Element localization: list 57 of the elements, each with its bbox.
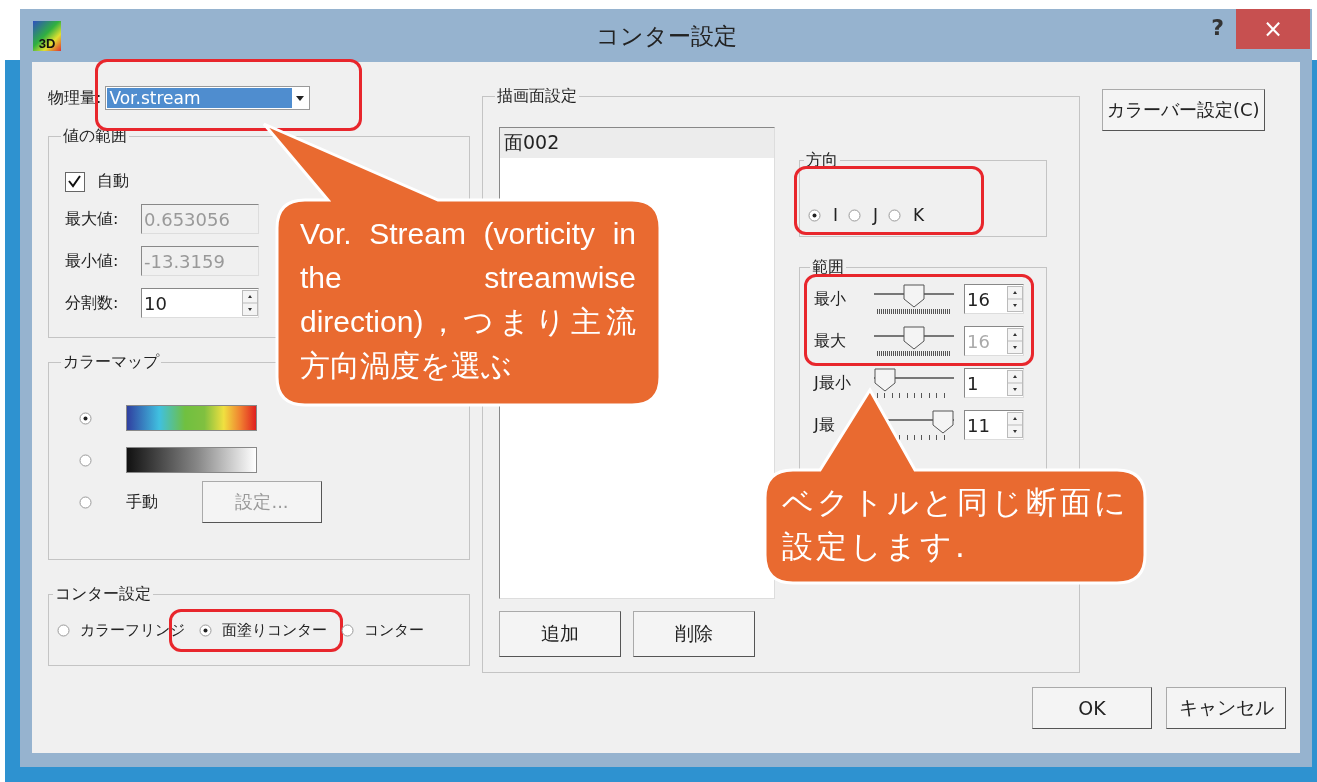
radio-button[interactable] (848, 208, 861, 222)
dropdown-arrow-icon (296, 95, 305, 101)
spin-field[interactable]: 1 (964, 368, 1024, 398)
slider-track[interactable] (874, 326, 954, 356)
checkbox-label: 自動 (97, 171, 129, 192)
dialog-button[interactable]: キャンセル (1166, 687, 1286, 729)
radio-button[interactable] (79, 453, 92, 467)
action-button[interactable]: 削除 (633, 611, 755, 657)
window-title: コンター設定 (595, 23, 737, 49)
radio-button[interactable] (888, 208, 902, 222)
spin-arrows-icon[interactable] (242, 290, 258, 316)
radio-label: K (913, 205, 925, 225)
app-icon: 3D (33, 20, 61, 51)
checkbox[interactable] (65, 171, 85, 192)
spin-arrows-icon[interactable] (1007, 286, 1023, 312)
field-label: 最大値: (65, 208, 120, 230)
spin-field[interactable]: 11 (964, 410, 1024, 440)
radio-button[interactable] (199, 624, 212, 637)
help-button[interactable]: ? (1211, 15, 1224, 40)
field-label: 分割数: (65, 292, 120, 314)
spin-arrows-icon[interactable] (1007, 412, 1023, 438)
close-button[interactable]: × (1236, 9, 1310, 49)
group-title: カラーマップ (62, 352, 161, 373)
slider-track[interactable] (874, 368, 954, 398)
radio-button[interactable] (79, 411, 92, 425)
radio-label: I (833, 205, 838, 225)
radio-button[interactable] (808, 208, 821, 222)
radio-label: カラーフリンジ (80, 621, 185, 640)
slider-label: J最 (814, 414, 836, 436)
dialog-button[interactable]: OK (1032, 687, 1152, 729)
field-label: 物理量: (48, 87, 102, 109)
slider-thumb[interactable] (903, 284, 925, 308)
slider-track[interactable] (874, 284, 954, 314)
action-button[interactable]: 追加 (499, 611, 621, 657)
slider-thumb[interactable] (874, 368, 896, 392)
colorbar-settings-button[interactable]: カラーバー設定(C) (1102, 89, 1265, 131)
radio-button[interactable] (341, 624, 354, 637)
group-title: 描画面設定 (496, 86, 578, 107)
radio-button[interactable] (79, 495, 92, 509)
spin-field[interactable]: 16 (964, 284, 1024, 314)
radio-label: J (873, 205, 879, 225)
input-field[interactable]: 10 (141, 288, 259, 318)
radio-button[interactable] (57, 624, 70, 637)
slider-label: J最小 (814, 372, 852, 394)
field-label: 最小値: (65, 250, 120, 272)
callout-text: Vor. Stream (vorticity in the streamwise direction)，つまり主流方向渦度を選ぶ (300, 216, 636, 384)
spin-arrows-icon[interactable] (1007, 370, 1023, 396)
slider-thumb[interactable] (932, 410, 954, 434)
group-title: コンター設定 (54, 584, 152, 605)
radio-label: コンター (364, 621, 424, 640)
slider-label: 最小 (814, 288, 847, 310)
group-title: 範囲 (811, 257, 845, 278)
slider-label: 最大 (814, 330, 847, 352)
list-item[interactable]: 面002 (500, 128, 774, 158)
callout-text: ベクトルと同じ断面に設定します. (782, 483, 1130, 566)
radio-label: 面塗りコンター (222, 621, 327, 640)
radio-label: 手動 (126, 491, 158, 513)
